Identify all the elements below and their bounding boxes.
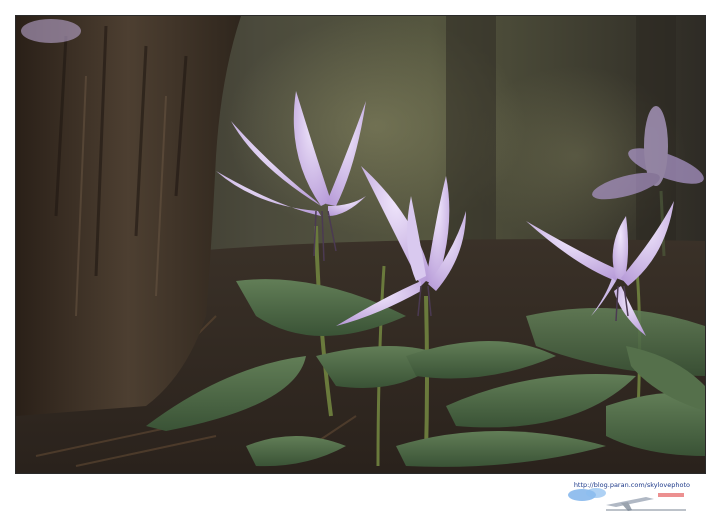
photo bbox=[16, 16, 705, 473]
photo-frame bbox=[15, 15, 706, 474]
footer: http://blog.paran.com/skylovephoto bbox=[0, 473, 720, 515]
background-flower-left bbox=[21, 19, 81, 43]
watermark-url: http://blog.paran.com/skylovephoto bbox=[573, 481, 690, 489]
